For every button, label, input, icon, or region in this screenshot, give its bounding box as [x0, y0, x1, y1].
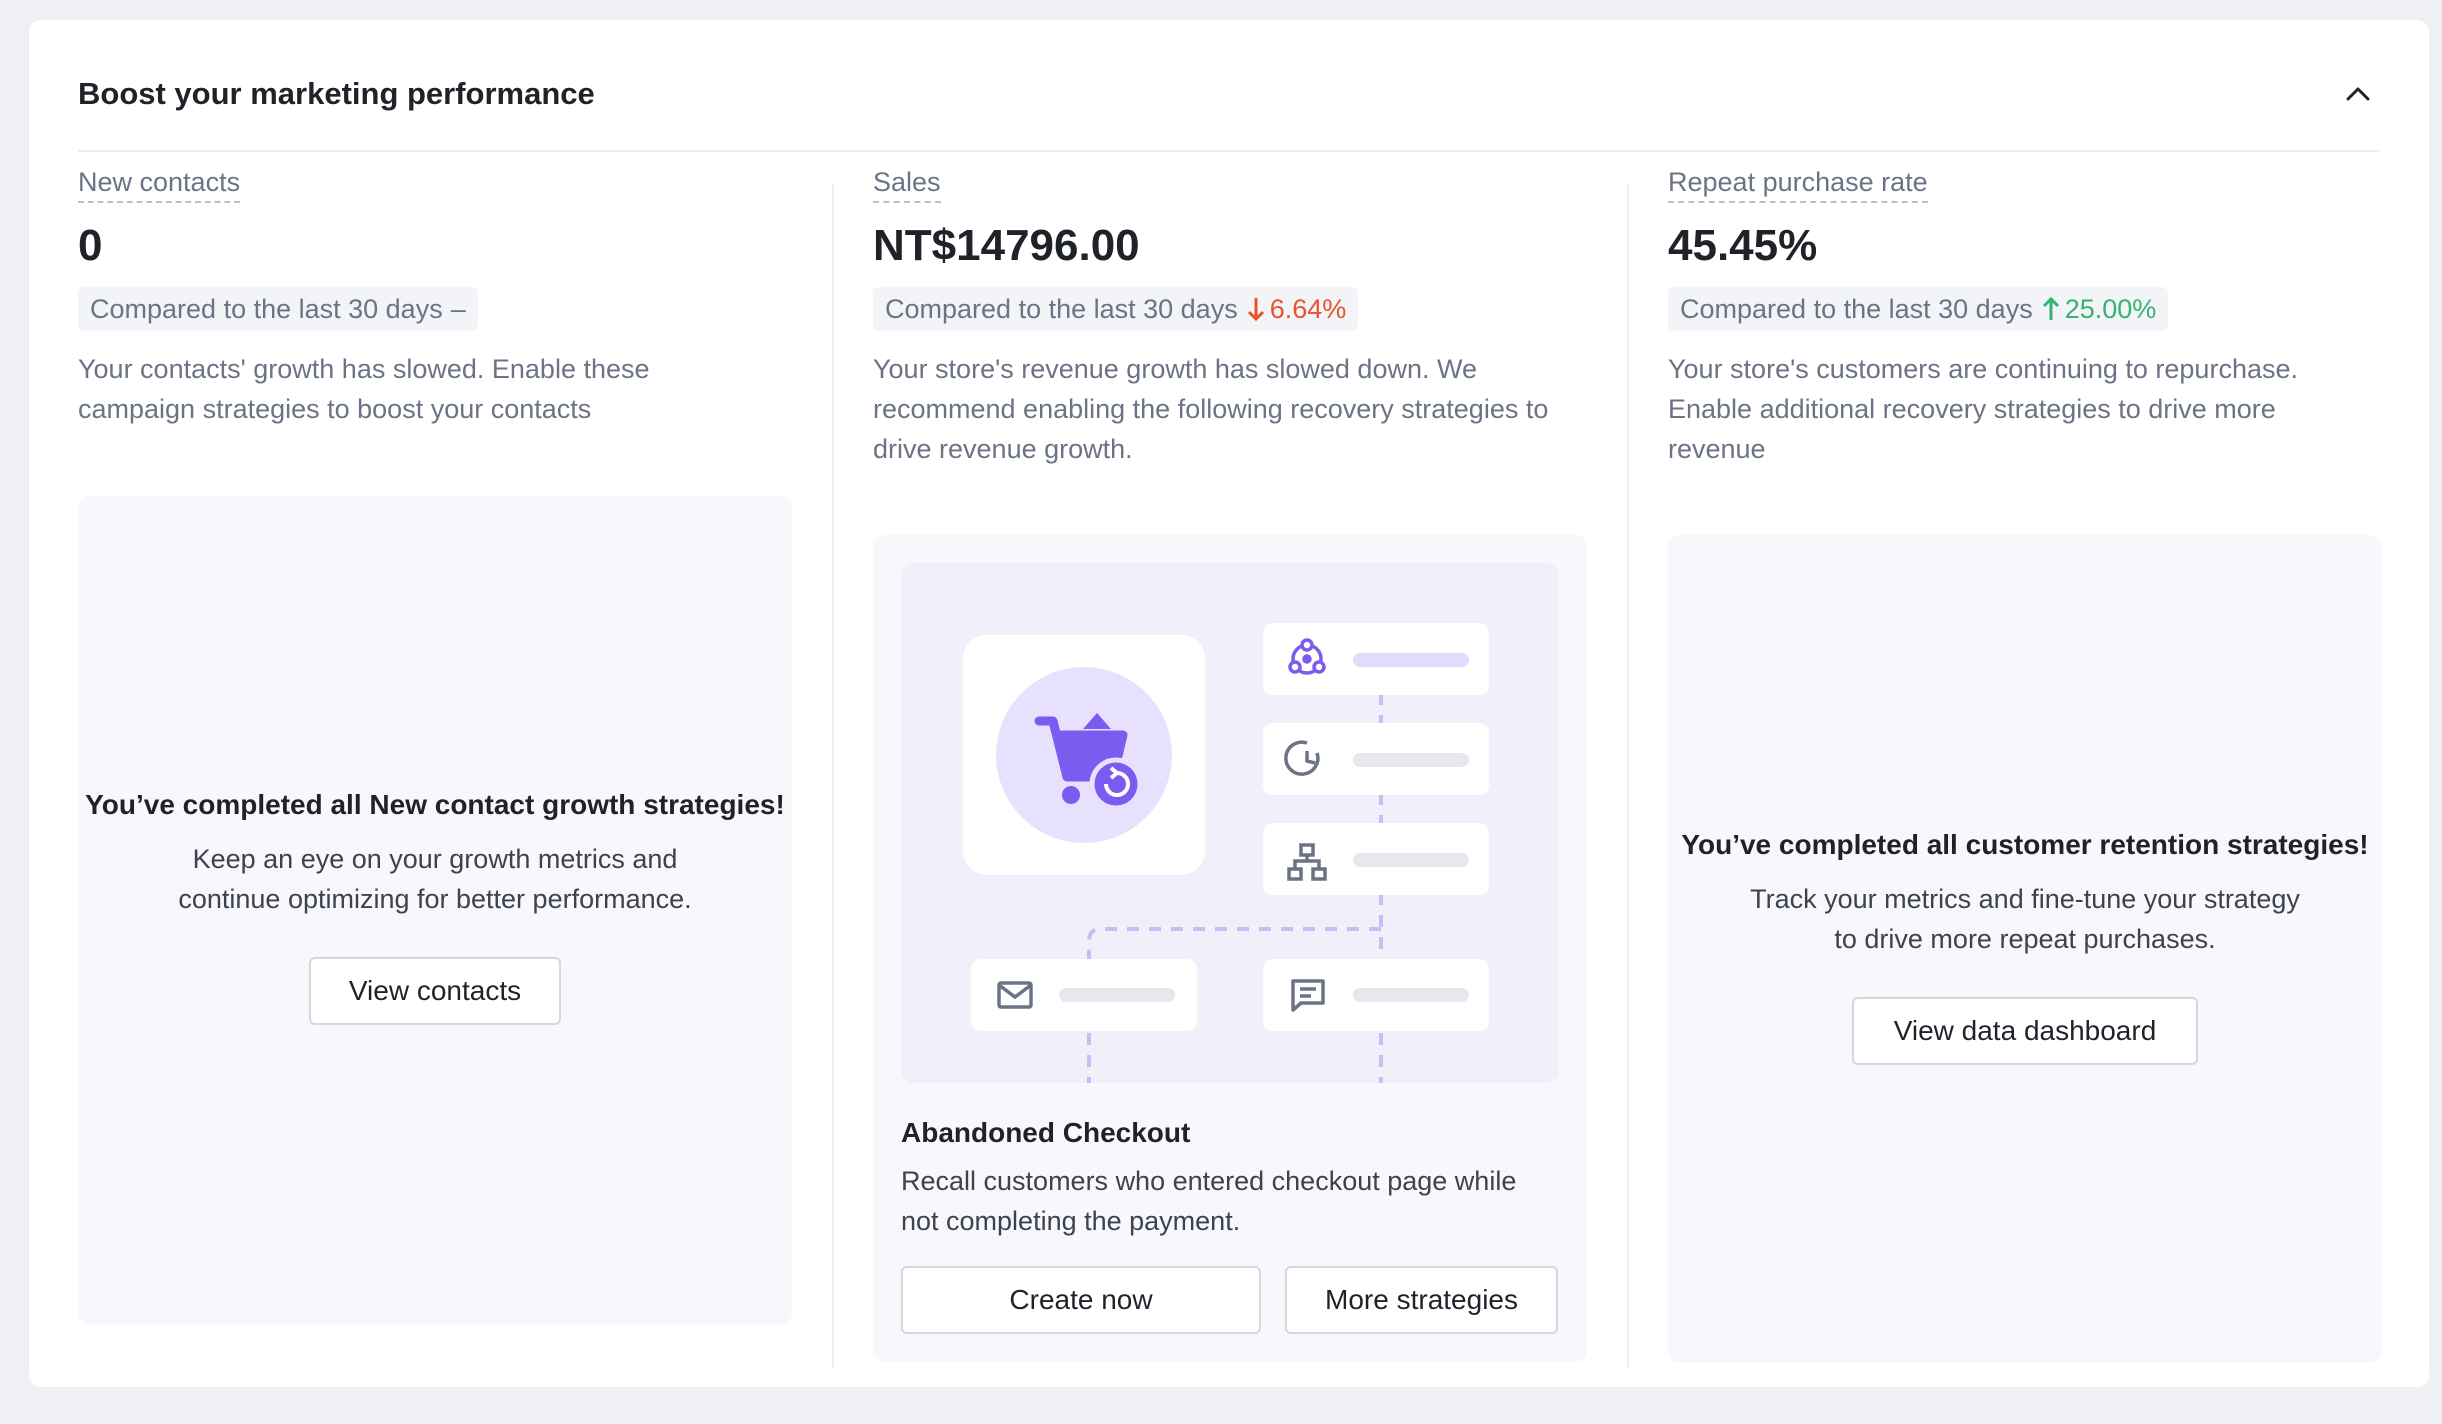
strategy-actions: Create now More strategies [901, 1266, 1558, 1334]
metric-value-contacts: 0 [78, 221, 103, 270]
column-divider [1627, 184, 1629, 1368]
contacts-column: New contacts 0 Compared to the last 30 d… [78, 165, 792, 1365]
compare-text: Compared to the last 30 days [885, 294, 1238, 324]
repeat-column: Repeat purchase rate 45.45% Compared to … [1668, 165, 2382, 1365]
sales-column: Sales NT$14796.00 Compared to the last 3… [873, 165, 1587, 1365]
collapse-button[interactable] [2336, 72, 2380, 116]
metric-value-sales: NT$14796.00 [873, 221, 1140, 270]
view-contacts-button[interactable]: View contacts [309, 957, 561, 1025]
compare-text: Compared to the last 30 days [1680, 294, 2033, 324]
delta-value: 6.64% [1269, 294, 1347, 324]
arrow-down-icon [1247, 298, 1264, 322]
strategy-title: Abandoned Checkout [901, 1117, 1191, 1148]
metric-label-repeat[interactable]: Repeat purchase rate [1668, 165, 1928, 203]
contacts-completed-panel: You’ve completed all New contact growth … [78, 496, 792, 1324]
contacts-description: Your contacts' growth has slowed. Enable… [78, 354, 650, 424]
view-data-dashboard-button[interactable]: View data dashboard [1852, 997, 2198, 1065]
column-divider [832, 184, 834, 1368]
chevron-up-icon [2346, 87, 2370, 101]
strategy-panel: Abandoned Checkout Recall customers who … [873, 535, 1587, 1362]
repeat-completed-panel: You’ve completed all customer retention … [1668, 535, 2382, 1363]
more-strategies-button[interactable]: More strategies [1285, 1266, 1558, 1334]
completed-title: You’ve completed all New contact growth … [85, 789, 785, 820]
delta-down: 6.64% [1246, 291, 1347, 327]
metric-value-repeat: 45.45% [1668, 221, 1818, 270]
create-now-button[interactable]: Create now [901, 1266, 1261, 1334]
card-title: Boost your marketing performance [78, 76, 595, 111]
marketing-performance-card: Boost your marketing performance New con… [29, 20, 2429, 1387]
delta-value: – [450, 294, 466, 324]
arrow-up-icon [2042, 296, 2059, 320]
compare-text: Compared to the last 30 days [90, 294, 443, 324]
card-header: Boost your marketing performance [78, 56, 2380, 152]
delta-value: 25.00% [2064, 294, 2157, 324]
compare-pill-contacts: Compared to the last 30 days – [78, 287, 478, 331]
sales-description: Your store's revenue growth has slowed d… [873, 354, 1549, 464]
completed-text: Track your metrics and fine-tune your st… [1750, 884, 2300, 954]
strategy-description: Recall customers who entered checkout pa… [901, 1166, 1517, 1236]
completed-block: You’ve completed all customer retention … [1668, 825, 2382, 1065]
metric-label-sales[interactable]: Sales [873, 165, 941, 203]
completed-block: You’ve completed all New contact growth … [78, 785, 792, 1025]
compare-pill-sales: Compared to the last 30 days 6.64% [873, 287, 1359, 331]
delta-up: 25.00% [2041, 291, 2157, 327]
strategy-illustration [901, 563, 1559, 1083]
compare-pill-repeat: Compared to the last 30 days 25.00% [1668, 287, 2169, 331]
completed-title: You’ve completed all customer retention … [1681, 829, 2369, 860]
metric-label-contacts[interactable]: New contacts [78, 165, 241, 203]
repeat-description: Your store's customers are continuing to… [1668, 354, 2298, 464]
workflow-illustration [963, 623, 1489, 1083]
completed-text: Keep an eye on your growth metrics and c… [178, 844, 692, 914]
